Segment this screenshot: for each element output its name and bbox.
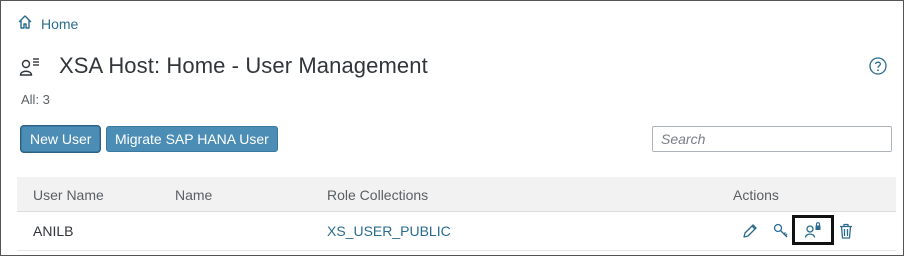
search-input[interactable] [652, 126, 892, 152]
column-header-user-name[interactable]: User Name [33, 187, 104, 203]
trash-icon[interactable] [835, 220, 857, 242]
user-list-icon [19, 58, 39, 76]
table-header: User Name Name Role Collections Actions [17, 177, 896, 212]
cell-user-name: ANILB [33, 223, 74, 239]
column-header-actions: Actions [733, 187, 779, 203]
column-header-name[interactable]: Name [175, 187, 212, 203]
role-collection-link[interactable]: XS_USER_PUBLIC [327, 223, 451, 239]
migrate-hana-user-button[interactable]: Migrate SAP HANA User [106, 126, 278, 152]
new-user-button[interactable]: New User [21, 126, 101, 152]
app-frame: Home XSA Host: Home - User Management Al… [0, 0, 904, 256]
user-count: All: 3 [21, 92, 50, 107]
home-icon[interactable] [17, 14, 33, 33]
breadcrumb-home-link[interactable]: Home [41, 16, 78, 32]
table-row[interactable]: ANILB XS_USER_PUBLIC [17, 212, 896, 251]
pencil-icon[interactable] [739, 220, 761, 242]
user-lock-icon[interactable] [792, 215, 834, 245]
page-title: XSA Host: Home - User Management [59, 53, 428, 78]
column-header-role-collections[interactable]: Role Collections [327, 187, 428, 203]
title-row: XSA Host: Home - User Management [19, 53, 428, 79]
key-icon[interactable] [770, 220, 792, 242]
help-icon[interactable] [869, 57, 887, 75]
breadcrumb[interactable]: Home [17, 14, 78, 33]
